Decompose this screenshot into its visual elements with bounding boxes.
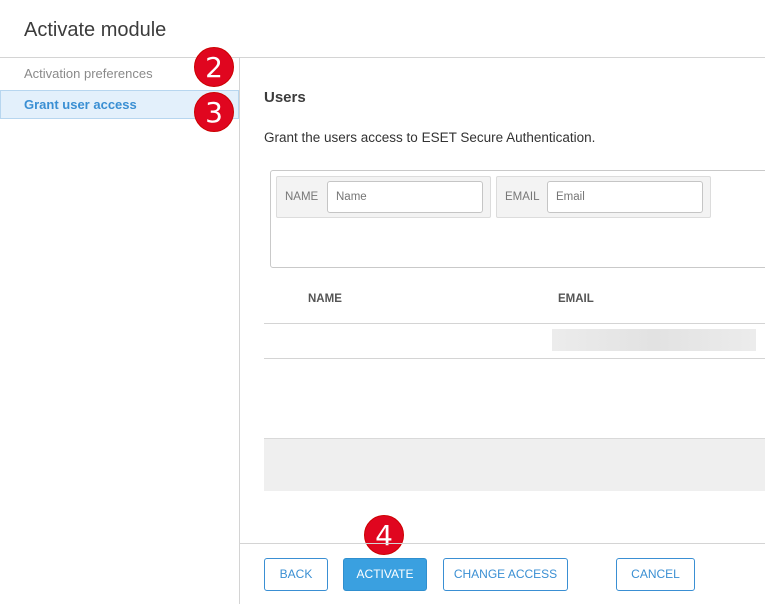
email-filter-group: EMAIL <box>496 176 711 218</box>
step-3-badge: 3 <box>194 92 234 132</box>
footer-divider <box>240 543 765 544</box>
name-filter-input[interactable] <box>327 181 483 213</box>
email-filter-label: EMAIL <box>505 191 540 203</box>
email-filter-input[interactable] <box>547 181 703 213</box>
table-footer <box>264 438 765 491</box>
name-filter-label: NAME <box>285 191 319 203</box>
column-header-name[interactable]: NAME <box>308 293 342 305</box>
redacted-email-cell <box>552 329 756 351</box>
table-row-divider <box>264 358 765 359</box>
section-title: Users <box>264 89 306 106</box>
table-header-divider <box>264 323 765 324</box>
dialog-title: Activate module <box>24 19 167 41</box>
filter-panel: NAME EMAIL <box>270 170 765 268</box>
section-description: Grant the users access to ESET Secure Au… <box>264 130 596 145</box>
name-filter-group: NAME <box>276 176 491 218</box>
activate-button[interactable]: ACTIVATE <box>343 558 427 591</box>
back-button[interactable]: BACK <box>264 558 328 591</box>
column-header-email[interactable]: EMAIL <box>558 293 594 305</box>
cancel-button[interactable]: CANCEL <box>616 558 695 591</box>
header-divider <box>0 57 765 58</box>
step-4-badge: 4 <box>364 515 404 555</box>
sidebar-divider <box>239 57 240 604</box>
step-2-badge: 2 <box>194 47 234 87</box>
change-access-button[interactable]: CHANGE ACCESS <box>443 558 568 591</box>
